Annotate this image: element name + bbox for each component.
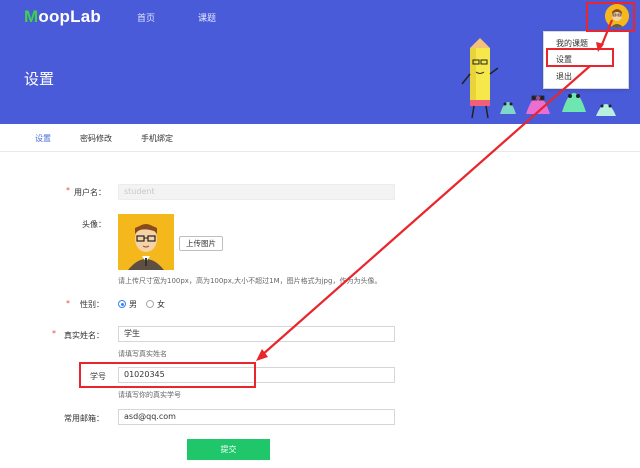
logo[interactable]: MoopLab [24, 7, 101, 27]
tab-phone-binding[interactable]: 手机绑定 [141, 133, 173, 144]
tab-password[interactable]: 密码修改 [80, 133, 112, 144]
real-name-field[interactable]: 学生 [118, 326, 395, 342]
avatar-image-icon [118, 214, 174, 270]
gender-male-label: 男 [129, 300, 137, 309]
avatar-hint: 请上传尺寸宽为100px，高为100px,大小不超过1M，图片格式为jpg，作为… [118, 277, 382, 285]
highlight-avatar-box [586, 2, 635, 32]
gender-radio-female[interactable] [146, 300, 154, 308]
logo-text: oopLab [38, 7, 101, 26]
username-label: 用户名： [74, 188, 106, 197]
real-name-label: 真实姓名： [64, 331, 104, 340]
gender-female-label: 女 [157, 300, 165, 309]
top-nav: MoopLab 首页 课题 [0, 0, 640, 34]
avatar-label: 头像： [82, 220, 106, 229]
nav-home[interactable]: 首页 [137, 11, 155, 24]
nav-topics[interactable]: 课题 [198, 11, 216, 24]
logo-initial: M [24, 7, 39, 26]
highlight-settings-box [546, 48, 614, 67]
menu-item-logout[interactable]: 退出 [556, 71, 572, 82]
gender-radio-male[interactable] [118, 300, 126, 308]
avatar-preview [118, 214, 174, 270]
highlight-student-id-box [79, 362, 256, 388]
real-name-hint: 请填写真实姓名 [118, 350, 167, 358]
upload-image-button[interactable]: 上传图片 [179, 236, 223, 251]
username-field: student [118, 184, 395, 200]
required-mark: * [52, 329, 56, 338]
required-mark: * [66, 186, 70, 195]
email-label: 常用邮箱： [64, 414, 104, 423]
page-title: 设置 [24, 70, 55, 88]
student-id-hint: 请填写你的真实学号 [118, 391, 181, 399]
email-field[interactable]: asd@qq.com [118, 409, 395, 425]
tab-settings[interactable]: 设置 [35, 133, 51, 144]
required-mark: * [66, 299, 70, 308]
settings-tabs: 设置 密码修改 手机绑定 [0, 124, 640, 152]
submit-button[interactable]: 提交 [187, 439, 270, 460]
gender-label: 性别： [80, 300, 104, 309]
